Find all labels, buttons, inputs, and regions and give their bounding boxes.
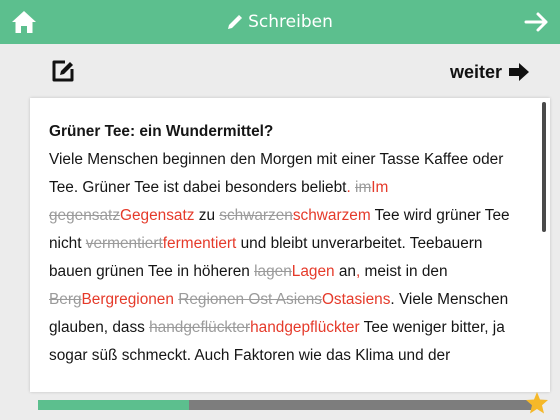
scrollbar[interactable] — [542, 102, 546, 232]
top-bar: Schreiben — [0, 0, 560, 44]
page-title-label: Schreiben — [248, 12, 333, 32]
inserted-text: Im — [371, 179, 389, 196]
text-segment: an — [334, 263, 356, 280]
progress-fill — [38, 400, 189, 410]
deleted-text: lagen — [254, 263, 292, 280]
text-segment: meist in den — [360, 263, 448, 280]
text-paragraph: Viele Menschen beginnen den Morgen mit e… — [49, 146, 519, 370]
inserted-text: Lagen — [291, 263, 335, 280]
deleted-text: im — [355, 179, 372, 196]
deleted-text: Regionen Ost Asiens — [178, 291, 322, 308]
inserted-text: Bergregionen — [81, 291, 174, 308]
inserted-text: Gegensatz — [120, 207, 195, 224]
pencil-icon — [228, 15, 243, 29]
deleted-text: handgeflückter — [149, 319, 251, 336]
star-icon — [526, 392, 548, 414]
home-icon — [12, 11, 36, 33]
arrow-right-solid-icon — [509, 63, 529, 81]
text-segment: zu — [194, 207, 220, 224]
deleted-text: vermentiert — [85, 235, 163, 252]
toolbar: weiter — [0, 44, 560, 98]
inserted-text: Ostasiens — [321, 291, 391, 308]
inserted-text: schwarzem — [292, 207, 371, 224]
inserted-text: handgepflückter — [250, 319, 360, 336]
arrow-right-icon — [524, 12, 548, 32]
progress-bar — [38, 400, 532, 410]
edit-note-icon — [52, 60, 74, 82]
inserted-text: fermentiert — [162, 235, 237, 252]
text-content: Grüner Tee: ein Wundermittel? Viele Mens… — [49, 118, 519, 370]
text-segment: Viele Menschen beginnen den Morgen mit e… — [49, 151, 504, 196]
next-arrow-button[interactable] — [524, 10, 550, 34]
deleted-text: gegensatz — [49, 207, 121, 224]
weiter-label: weiter — [449, 61, 502, 82]
edit-button[interactable] — [50, 58, 76, 84]
text-title: Grüner Tee: ein Wundermittel? — [49, 123, 274, 140]
page-title: Schreiben — [0, 0, 560, 44]
weiter-button[interactable]: weiter — [450, 60, 530, 84]
deleted-text: Berg — [49, 291, 82, 308]
home-button[interactable] — [10, 8, 38, 36]
deleted-text: schwarzen — [219, 207, 293, 224]
star-marker — [525, 391, 549, 415]
text-card[interactable]: Grüner Tee: ein Wundermittel? Viele Mens… — [30, 98, 550, 392]
